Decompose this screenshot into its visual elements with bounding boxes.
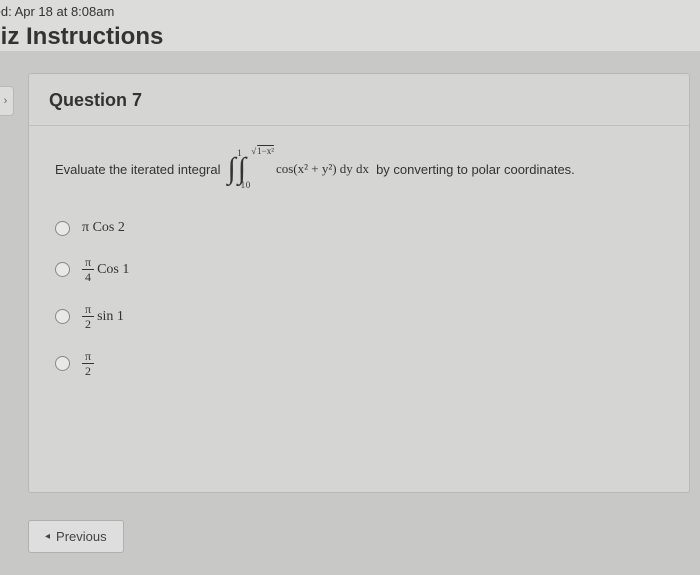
side-nav-toggle[interactable]: › xyxy=(0,86,14,116)
prompt-pre-text: Evaluate the iterated integral xyxy=(55,162,221,177)
fraction: π 4 xyxy=(82,256,94,283)
option-label: π 2 sin 1 xyxy=(82,303,124,330)
option-4[interactable]: π 2 xyxy=(55,350,669,377)
previous-button[interactable]: ◂ Previous xyxy=(28,520,124,553)
page-header: ted: Apr 18 at 8:08am uiz Instructions xyxy=(0,0,700,51)
integral-expression: ∫ 1 −1 ∫ √1−x² 0 cos(x² + y²) dy dx xyxy=(228,154,370,184)
question-card: Question 7 Evaluate the iterated integra… xyxy=(28,73,690,493)
integral-icon: ∫ xyxy=(238,152,246,185)
fraction: π 2 xyxy=(82,350,94,377)
option-label: π Cos 2 xyxy=(82,220,125,236)
options-group: π Cos 2 π 4 Cos 1 π 2 xyxy=(55,220,669,377)
question-prompt: Evaluate the iterated integral ∫ 1 −1 ∫ … xyxy=(55,154,669,184)
outer-integral: ∫ 1 −1 xyxy=(228,154,236,184)
inner-upper-limit: √1−x² xyxy=(251,146,274,156)
option-1[interactable]: π Cos 2 xyxy=(55,220,669,236)
chevron-left-icon: ◂ xyxy=(45,531,50,542)
integrand: cos(x² + y²) dy dx xyxy=(276,161,369,177)
radio-icon[interactable] xyxy=(55,356,70,371)
option-label: π 2 xyxy=(82,350,97,377)
inner-integral: ∫ √1−x² 0 xyxy=(238,154,246,184)
question-body: Evaluate the iterated integral ∫ 1 −1 ∫ … xyxy=(29,126,689,397)
question-number: Question 7 xyxy=(29,74,689,126)
radio-icon[interactable] xyxy=(55,221,70,236)
timestamp: ted: Apr 18 at 8:08am xyxy=(0,4,700,19)
option-3[interactable]: π 2 sin 1 xyxy=(55,303,669,330)
instructions-title: uiz Instructions xyxy=(0,23,700,51)
fraction: π 2 xyxy=(82,303,94,330)
inner-lower-limit: 0 xyxy=(246,180,251,190)
option-label: π 4 Cos 1 xyxy=(82,256,129,283)
option-2[interactable]: π 4 Cos 1 xyxy=(55,256,669,283)
chevron-right-icon: › xyxy=(4,95,8,107)
radio-icon[interactable] xyxy=(55,262,70,277)
radio-icon[interactable] xyxy=(55,309,70,324)
prompt-post-text: by converting to polar coordinates. xyxy=(376,162,575,177)
previous-label: Previous xyxy=(56,529,107,544)
integral-icon: ∫ xyxy=(228,152,236,185)
